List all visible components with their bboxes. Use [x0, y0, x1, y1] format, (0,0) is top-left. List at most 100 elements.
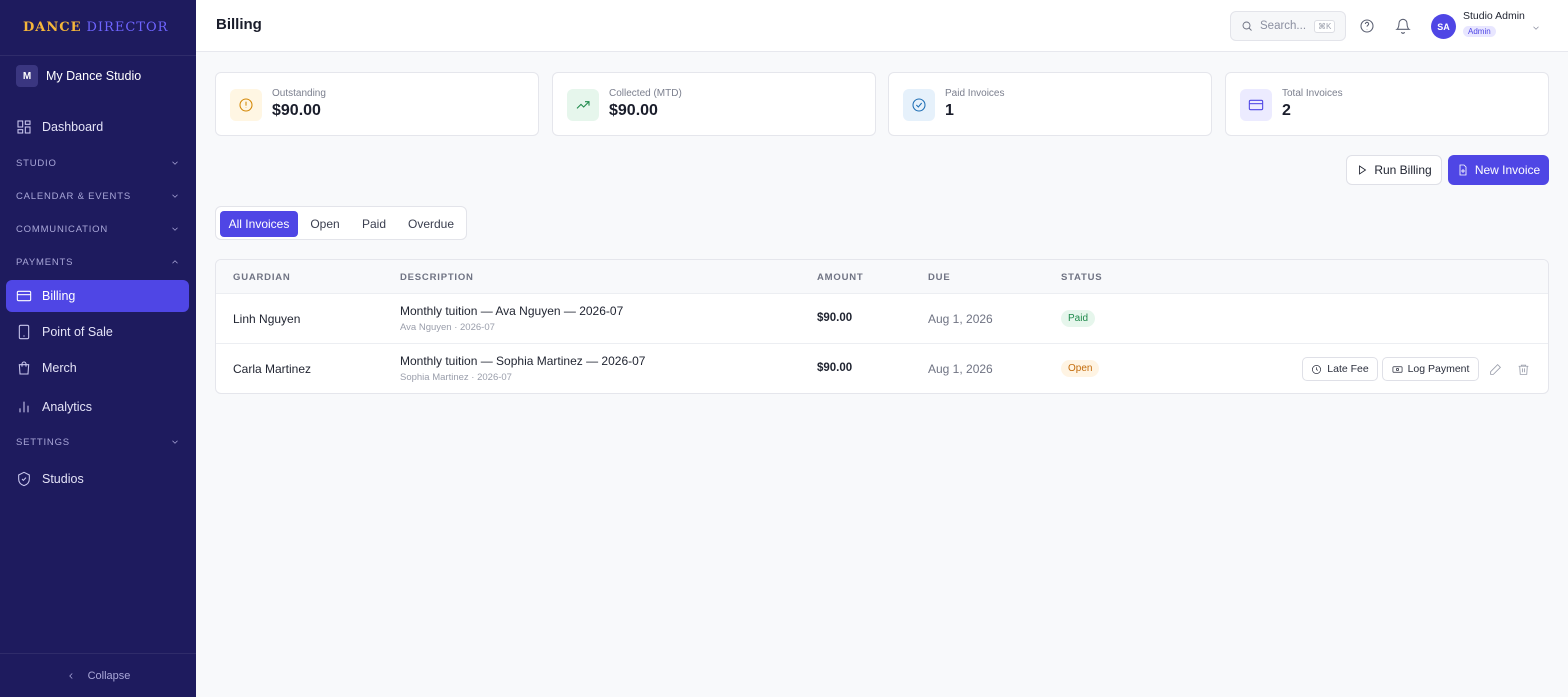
search-placeholder: Search...	[1260, 20, 1307, 32]
top-header: Billing Search... ⌘K SA Studio Admin Adm…	[196, 0, 1568, 52]
stat-label: Total Invoices	[1282, 88, 1343, 99]
sidebar-group-label: PAYMENTS	[16, 256, 74, 268]
table-row[interactable]: Carla Martinez Monthly tuition — Sophia …	[216, 344, 1548, 393]
help-circle-icon	[1360, 19, 1374, 33]
dashboard-icon	[17, 120, 31, 134]
run-billing-button[interactable]: Run Billing	[1346, 155, 1442, 185]
sidebar-group-studio[interactable]: STUDIO	[16, 153, 180, 173]
sidebar-item-studios[interactable]: Studios	[6, 463, 189, 495]
sidebar-group-payments[interactable]: PAYMENTS	[16, 252, 180, 272]
sidebar-group-label: SETTINGS	[16, 436, 70, 448]
stat-value: $90.00	[609, 102, 658, 119]
sidebar-group-label: COMMUNICATION	[16, 223, 109, 235]
collapse-sidebar-button[interactable]: Collapse	[0, 653, 196, 697]
shield-check-icon	[18, 471, 30, 487]
chevron-up-icon	[172, 260, 178, 264]
avatar[interactable]: SA	[1431, 14, 1456, 39]
chevron-down-icon	[172, 440, 178, 444]
trash-icon	[1518, 364, 1528, 375]
notifications-button[interactable]	[1392, 15, 1414, 37]
stat-value: $90.00	[272, 102, 321, 119]
sidebar-group-communication[interactable]: COMMUNICATION	[16, 219, 180, 239]
brand-logo: DANCE DIRECTOR	[0, 0, 196, 56]
sidebar-group-settings[interactable]: SETTINGS	[16, 432, 180, 452]
chevron-left-icon	[68, 672, 73, 679]
status-badge: Paid	[1061, 310, 1096, 327]
search-shortcut: ⌘K	[1314, 19, 1336, 33]
sidebar-item-label: Merch	[42, 361, 77, 375]
sidebar-group-label: CALENDAR & EVENTS	[16, 190, 131, 202]
file-plus-icon	[1459, 164, 1467, 176]
stat-card-paid-invoices: Paid Invoices 1	[888, 72, 1212, 136]
sidebar-item-merch[interactable]: Merch	[6, 352, 189, 384]
tab-paid[interactable]: Paid	[352, 211, 396, 237]
sidebar-item-analytics[interactable]: Analytics	[6, 391, 189, 423]
page-title: Billing	[216, 16, 262, 33]
edit-invoice-button[interactable]	[1487, 361, 1503, 377]
chevron-down-icon	[172, 161, 178, 165]
help-button[interactable]	[1356, 15, 1378, 37]
sidebar-item-label: Studios	[42, 472, 84, 486]
invoices-table: GUARDIAN DESCRIPTION AMOUNT DUE STATUS L…	[215, 259, 1549, 394]
column-header-due: DUE	[928, 272, 951, 283]
invoice-due-date: Aug 1, 2026	[928, 362, 993, 376]
status-badge: Open	[1061, 360, 1100, 377]
bell-icon	[1395, 18, 1411, 34]
studio-name: My Dance Studio	[46, 69, 142, 83]
collapse-label: Collapse	[87, 669, 131, 682]
log-payment-button[interactable]: Log Payment	[1382, 357, 1479, 381]
invoice-description: Monthly tuition — Ava Nguyen — 2026-07	[400, 304, 624, 318]
invoice-description: Monthly tuition — Sophia Martinez — 2026…	[400, 354, 646, 368]
sidebar-group-calendar[interactable]: CALENDAR & EVENTS	[16, 186, 180, 206]
user-name: Studio Admin	[1463, 10, 1525, 22]
bar-chart-icon	[19, 401, 29, 413]
search-input[interactable]: Search... ⌘K	[1230, 11, 1346, 41]
shopping-bag-icon	[18, 361, 30, 375]
brand-word-director: DIRECTOR	[86, 20, 169, 35]
clock-icon	[1312, 364, 1322, 374]
user-menu-toggle[interactable]	[1531, 20, 1541, 30]
stat-value: 2	[1282, 102, 1291, 119]
log-payment-label: Log Payment	[1407, 363, 1470, 375]
guardian-name: Linh Nguyen	[233, 312, 301, 326]
chevron-down-icon	[172, 194, 178, 198]
sidebar-item-dashboard[interactable]: Dashboard	[6, 111, 189, 143]
invoice-subdescription: Ava Nguyen · 2026-07	[400, 322, 495, 333]
sidebar-item-label: Billing	[42, 289, 76, 303]
table-header: GUARDIAN DESCRIPTION AMOUNT DUE STATUS	[216, 260, 1548, 294]
invoice-amount: $90.00	[817, 362, 853, 374]
chevron-down-icon	[172, 227, 178, 231]
brand-word-dance: DANCE	[23, 20, 82, 35]
sidebar-item-label: Point of Sale	[42, 325, 113, 339]
alert-circle-icon	[239, 98, 253, 112]
chevron-down-icon	[1533, 26, 1539, 30]
tab-overdue[interactable]: Overdue	[402, 211, 460, 237]
search-icon	[1242, 21, 1252, 31]
sidebar-item-point-of-sale[interactable]: Point of Sale	[6, 316, 189, 348]
studio-selector[interactable]: M My Dance Studio	[0, 58, 196, 94]
run-billing-label: Run Billing	[1374, 163, 1432, 177]
tab-all-invoices[interactable]: All Invoices	[220, 211, 298, 237]
stat-label: Collected (MTD)	[609, 88, 682, 99]
sidebar-item-label: Analytics	[42, 400, 93, 414]
pencil-icon	[1489, 363, 1501, 375]
late-fee-button[interactable]: Late Fee	[1302, 357, 1378, 381]
play-icon	[1359, 165, 1367, 175]
new-invoice-button[interactable]: New Invoice	[1448, 155, 1549, 185]
invoice-subdescription: Sophia Martinez · 2026-07	[400, 372, 512, 383]
tab-open[interactable]: Open	[304, 211, 346, 237]
column-header-status: STATUS	[1061, 272, 1103, 283]
late-fee-label: Late Fee	[1327, 363, 1369, 375]
credit-card-icon	[1248, 99, 1264, 111]
banknote-icon	[1392, 365, 1403, 373]
stat-card-total-invoices: Total Invoices 2	[1225, 72, 1549, 136]
sidebar-item-billing[interactable]: Billing	[6, 280, 189, 312]
stat-card-collected: Collected (MTD) $90.00	[552, 72, 876, 136]
trending-up-icon	[576, 101, 590, 109]
studio-initial: M	[16, 65, 38, 87]
tablet-icon	[18, 324, 30, 340]
stat-value: 1	[945, 102, 954, 119]
sidebar: DANCE DIRECTOR M My Dance Studio Dashboa…	[0, 0, 196, 697]
delete-invoice-button[interactable]	[1515, 361, 1531, 377]
table-row[interactable]: Linh Nguyen Monthly tuition — Ava Nguyen…	[216, 294, 1548, 344]
